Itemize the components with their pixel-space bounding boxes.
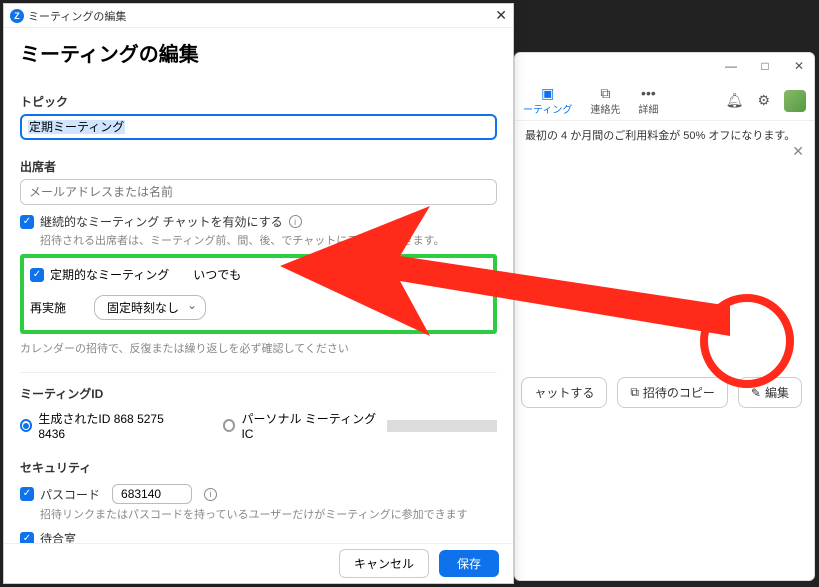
- notifications-icon[interactable]: 🔔︎: [726, 92, 744, 109]
- attendees-label: 出席者: [20, 158, 497, 175]
- fixed-time-value: 固定時刻なし: [107, 301, 179, 315]
- promo-text: 最初の 4 か月間のご利用料金が 50% オフになります。: [525, 130, 795, 142]
- copy-invite-button[interactable]: ⧉ 招待のコピー: [617, 377, 728, 408]
- main-tabs: ▣ ーティング ⧉ 連絡先 ••• 詳細 🔔︎ ⚙: [515, 85, 814, 121]
- calendar-note: カレンダーの招待で、反復または繰り返しを必ず確認してください: [20, 340, 497, 356]
- edit-meeting-dialog: Z ミーティングの編集 ✕ ミーティングの編集 トピック 定期ミーティング 出席…: [3, 3, 514, 584]
- dialog-body: ミーティングの編集 トピック 定期ミーティング 出席者 ✓ 継続的なミーティング…: [4, 28, 513, 543]
- passcode-input[interactable]: [112, 484, 192, 504]
- persistent-chat-note: 招待される出席者は、ミーティング前、間、後、でチャットにアクセスできます。: [40, 232, 497, 248]
- recurring-highlight-box: ✓ 定期的なミーティング いつでも 再実施 固定時刻なし: [20, 254, 497, 334]
- info-icon[interactable]: i: [289, 215, 302, 228]
- chat-button-label: ャットする: [534, 384, 594, 401]
- copy-icon: ⧉: [630, 385, 639, 400]
- chat-button[interactable]: ャットする: [521, 377, 607, 408]
- generated-id-radio[interactable]: [20, 419, 32, 432]
- window-controls: — □ ✕: [724, 59, 806, 73]
- fixed-time-select[interactable]: 固定時刻なし: [94, 295, 206, 320]
- dialog-heading: ミーティングの編集: [20, 38, 497, 67]
- recurring-label: 定期的なミーティング: [50, 266, 169, 283]
- video-icon: ▣: [541, 85, 554, 101]
- meeting-id-label: ミーティングID: [20, 385, 497, 402]
- topic-label: トピック: [20, 93, 497, 110]
- rerun-label: 再実施: [30, 299, 66, 316]
- window-maximize-button[interactable]: □: [758, 59, 772, 73]
- tab-more[interactable]: ••• 詳細: [638, 85, 658, 116]
- recurring-anytime-label: いつでも: [193, 266, 241, 283]
- zoom-logo-icon: Z: [10, 9, 24, 23]
- dialog-close-button[interactable]: ✕: [495, 7, 507, 24]
- tab-meetings-label: ーティング: [523, 101, 572, 116]
- contacts-icon: ⧉: [600, 85, 610, 101]
- persistent-chat-checkbox[interactable]: ✓: [20, 215, 34, 229]
- tab-meetings[interactable]: ▣ ーティング: [523, 85, 572, 116]
- more-icon: •••: [641, 85, 656, 101]
- topic-input[interactable]: 定期ミーティング: [20, 114, 497, 140]
- personal-id-masked: [387, 420, 497, 432]
- tab-more-label: 詳細: [638, 101, 658, 116]
- edit-button-label: 編集: [765, 384, 789, 401]
- window-close-button[interactable]: ✕: [792, 59, 806, 73]
- copy-invite-label: 招待のコピー: [643, 384, 715, 401]
- waiting-room-label: 待合室: [40, 530, 76, 543]
- promo-close-icon[interactable]: ✕: [792, 143, 804, 160]
- save-button[interactable]: 保存: [439, 550, 499, 577]
- attendees-input[interactable]: [20, 179, 497, 205]
- avatar[interactable]: [784, 90, 806, 112]
- personal-id-radio[interactable]: [223, 419, 235, 432]
- persistent-chat-label: 継続的なミーティング チャットを有効にする: [40, 213, 283, 230]
- topic-value: 定期ミーティング: [28, 120, 125, 134]
- settings-icon[interactable]: ⚙: [757, 92, 770, 109]
- info-icon[interactable]: i: [204, 488, 217, 501]
- promo-banner: 最初の 4 か月間のご利用料金が 50% オフになります。 ✕: [521, 121, 808, 166]
- tab-contacts-label: 連絡先: [590, 101, 620, 116]
- personal-id-label: パーソナル ミーティング IC: [241, 410, 381, 441]
- recurring-checkbox[interactable]: ✓: [30, 268, 44, 282]
- cancel-button[interactable]: キャンセル: [339, 549, 429, 578]
- security-label: セキュリティ: [20, 459, 497, 476]
- dialog-titlebar: Z ミーティングの編集 ✕: [4, 4, 513, 28]
- tab-contacts[interactable]: ⧉ 連絡先: [590, 85, 620, 116]
- generated-id-label: 生成されたID 868 5275 8436: [38, 410, 183, 441]
- passcode-label: パスコード: [40, 486, 100, 503]
- waiting-room-checkbox[interactable]: ✓: [20, 532, 34, 544]
- passcode-checkbox[interactable]: ✓: [20, 487, 34, 501]
- edit-button[interactable]: ✎ 編集: [738, 377, 802, 408]
- dialog-footer: キャンセル 保存: [4, 543, 513, 583]
- meeting-action-buttons: ャットする ⧉ 招待のコピー ✎ 編集: [521, 377, 802, 408]
- pencil-icon: ✎: [751, 386, 761, 400]
- window-minimize-button[interactable]: —: [724, 59, 738, 73]
- passcode-note: 招待リンクまたはパスコードを持っているユーザーだけがミーティングに参加できます: [40, 506, 497, 522]
- zoom-main-window: — □ ✕ ▣ ーティング ⧉ 連絡先 ••• 詳細 🔔︎ ⚙ 最初の 4 か月…: [514, 52, 815, 581]
- dialog-title: ミーティングの編集: [28, 8, 126, 24]
